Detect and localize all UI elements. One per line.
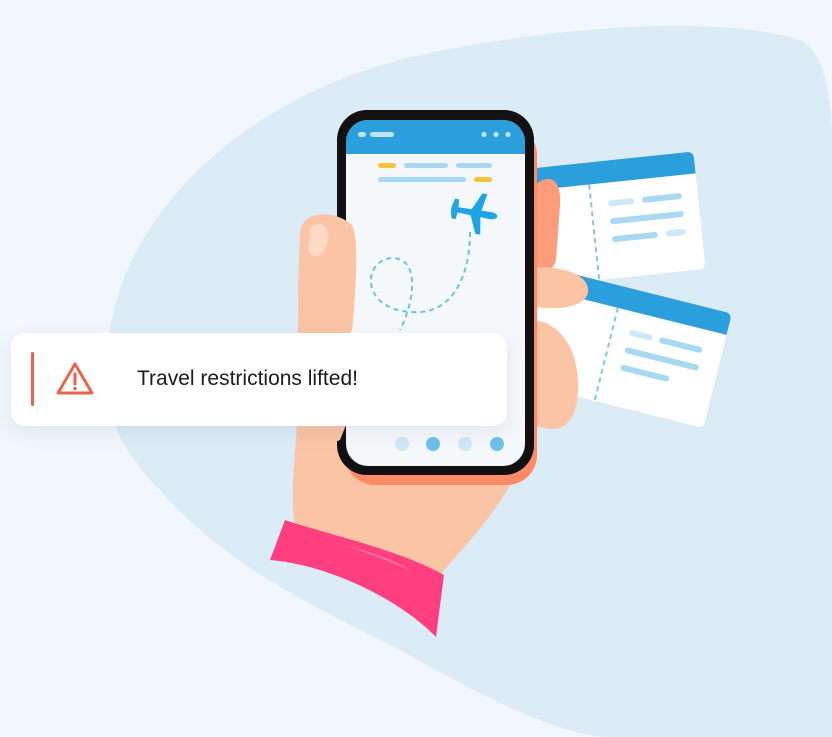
notification-toast[interactable]: Travel restrictions lifted! [11, 333, 507, 426]
thumb [300, 214, 357, 350]
notification-accent-bar [31, 352, 34, 406]
notification-message: Travel restrictions lifted! [137, 367, 358, 390]
warning-triangle-icon [56, 362, 94, 395]
